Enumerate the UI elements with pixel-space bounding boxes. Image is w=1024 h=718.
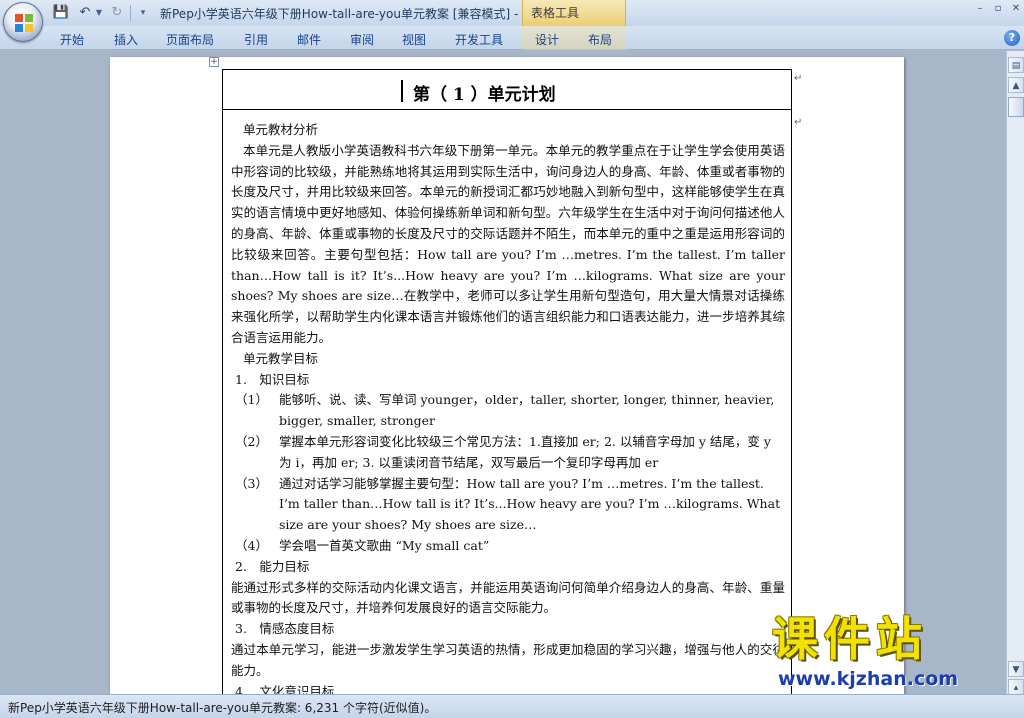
scroll-up-icon[interactable]: ▲ [1008, 77, 1024, 93]
table-body-cell[interactable]: 单元教材分析 本单元是人教版小学英语教科书六年级下册第一单元。本单元的教学重点在… [231, 120, 785, 694]
tab-insert[interactable]: 插入 [114, 31, 138, 48]
goal-heading: 3. 情感态度目标 [235, 621, 335, 637]
scroll-down-icon[interactable]: ▼ [1008, 661, 1024, 677]
goal-heading: 1. 知识目标 [235, 371, 310, 387]
tab-references[interactable]: 引用 [244, 31, 268, 48]
office-button[interactable] [3, 2, 43, 42]
undo-icon[interactable]: ↶ [76, 4, 94, 22]
site-watermark: 课件站 www.kjzhan.com [772, 612, 1008, 694]
text-cursor [401, 80, 403, 102]
context-tab-group: 表格工具 [522, 0, 626, 28]
section-paragraph: 通过本单元学习，能进一步激发学生学习英语的热情，形成更加稳固的学习兴趣，增强与他… [231, 641, 785, 678]
watermark-url: www.kjzhan.com [778, 668, 959, 690]
list-item-text: 学会唱一首英文歌曲 “My small cat” [279, 537, 490, 553]
section-paragraph: 本单元是人教版小学英语教科书六年级下册第一单元。本单元的教学重点在于让学生学会使… [231, 142, 785, 345]
document-area: + 第（ 1 ）单元计划 单元教材分析 本单元是人教版小学英语教科书六年级下册第… [0, 51, 1006, 694]
list-item: （3） 通过对话学习能够掌握主要句型：How tall are you? I’m… [231, 474, 785, 536]
customize-toolbar-icon[interactable]: ▾ [138, 4, 148, 22]
tab-page-layout[interactable]: 页面布局 [166, 31, 214, 48]
window-title: 新Pep小学英语六年级下册How-tall-are-you单元教案 [兼容模式]… [160, 7, 522, 21]
table-move-handle-icon[interactable]: + [209, 57, 219, 67]
minimize-button[interactable]: – [972, 2, 988, 16]
view-ruler-icon[interactable]: ▤ [1008, 57, 1024, 73]
plan-table[interactable]: 第（ 1 ）单元计划 单元教材分析 本单元是人教版小学英语教科书六年级下册第一单… [222, 69, 792, 694]
row-end-mark-icon: ↵ [794, 73, 803, 84]
scrollbar-thumb[interactable] [1008, 97, 1024, 117]
tab-mailings[interactable]: 邮件 [297, 31, 321, 48]
list-item: （2） 掌握本单元形容词变化比较级三个常见方法：1.直接加 er; 2. 以辅音… [231, 432, 785, 474]
tab-review[interactable]: 审阅 [350, 31, 374, 48]
list-item-text: 能够听、说、读、写单词 younger，older，taller, shorte… [279, 392, 775, 429]
tab-layout[interactable]: 布局 [588, 31, 612, 48]
vertical-scrollbar[interactable]: ▤ ▲ ▼ ▴ [1006, 51, 1024, 695]
row-end-mark-icon: ↵ [794, 117, 803, 128]
section-paragraph: 能通过形式多样的交际活动内化课文语言，并能运用英语询问何简单介绍身边人的身高、年… [231, 579, 785, 616]
list-item-number: （1） [235, 392, 268, 408]
save-icon[interactable]: 💾 [52, 4, 70, 22]
list-item: （1） 能够听、说、读、写单词 younger，older，taller, sh… [231, 390, 785, 432]
maximize-button[interactable]: ▫ [990, 2, 1006, 16]
list-item-text: 掌握本单元形容词变化比较级三个常见方法：1.直接加 er; 2. 以辅音字母加 … [279, 433, 771, 470]
tab-developer[interactable]: 开发工具 [455, 31, 503, 48]
list-item-number: （3） [235, 475, 268, 491]
tab-view[interactable]: 视图 [402, 31, 426, 48]
status-bar: 新Pep小学英语六年级下册How-tall-are-you单元教案: 6,231… [0, 694, 1024, 718]
word-count-status[interactable]: 新Pep小学英语六年级下册How-tall-are-you单元教案: 6,231… [8, 699, 436, 716]
table-heading-row[interactable]: 第（ 1 ）单元计划 [223, 70, 791, 110]
ribbon-tab-bar: 开始 插入 页面布局 引用 邮件 审阅 视图 开发工具 设计 布局 ? [0, 26, 1024, 50]
goal-heading: 4. 文化意识目标 [235, 683, 335, 694]
help-icon[interactable]: ? [1004, 30, 1020, 46]
office-logo-icon [15, 14, 33, 32]
section-title: 单元教学目标 [243, 350, 319, 366]
context-tab-group-label: 表格工具 [531, 6, 580, 20]
title-bar: 💾 ↶ ▼ ↻ ▾ 新Pep小学英语六年级下册How-tall-are-you单… [0, 0, 1024, 28]
page-title: 第（ 1 ）单元计划 [413, 85, 556, 105]
previous-page-icon[interactable]: ▴ [1008, 679, 1024, 695]
document-page[interactable]: + 第（ 1 ）单元计划 单元教材分析 本单元是人教版小学英语教科书六年级下册第… [110, 57, 904, 694]
tab-design[interactable]: 设计 [535, 31, 559, 48]
list-item-number: （4） [235, 537, 268, 553]
list-item: （4） 学会唱一首英文歌曲 “My small cat” [231, 536, 785, 557]
close-button[interactable]: ✕ [1008, 2, 1024, 16]
section-title: 单元教材分析 [243, 122, 319, 137]
toolbar-divider [130, 5, 131, 21]
tab-home[interactable]: 开始 [60, 31, 84, 48]
list-item-text: 通过对话学习能够掌握主要句型：How tall are you? I’m …me… [279, 475, 781, 533]
redo-icon[interactable]: ↻ [108, 4, 126, 22]
list-item-number: （2） [235, 433, 268, 449]
watermark-brand: 课件站 [772, 612, 928, 666]
goal-heading: 2. 能力目标 [235, 558, 310, 574]
undo-dropdown-icon[interactable]: ▼ [94, 4, 104, 22]
